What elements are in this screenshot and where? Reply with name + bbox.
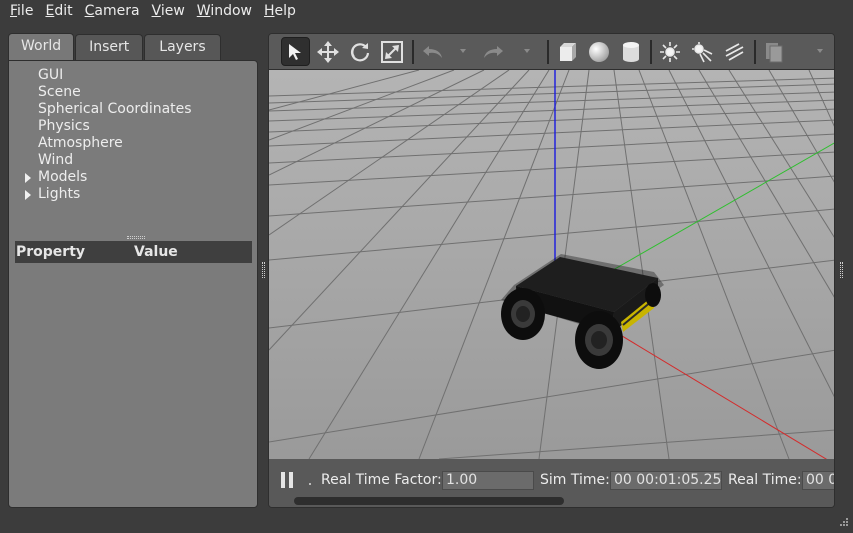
world-panel: GUI Scene Spherical Coordinates Physics Atmo… bbox=[8, 60, 258, 508]
3d-viewport[interactable] bbox=[269, 70, 834, 459]
copy-dropdown-icon[interactable] bbox=[817, 49, 823, 53]
redo-icon[interactable] bbox=[478, 37, 507, 66]
sim-time-label: Sim Time: bbox=[540, 472, 610, 488]
scene-area: Real Time Factor: 1.00 Sim Time: 00 00:0… bbox=[268, 33, 835, 508]
tree-item-label: Atmosphere bbox=[38, 135, 123, 151]
horizontal-scrollbar[interactable] bbox=[293, 497, 813, 505]
viewport-scene bbox=[269, 70, 834, 459]
tab-layers[interactable]: Layers bbox=[144, 34, 221, 60]
tree-item-label: Lights bbox=[38, 186, 81, 202]
tab-world[interactable]: World bbox=[8, 33, 75, 60]
tree-item-label: Wind bbox=[38, 152, 74, 168]
toolbar-separator bbox=[547, 40, 549, 64]
menu-view[interactable]: View bbox=[146, 3, 191, 19]
pause-icon[interactable] bbox=[281, 472, 293, 488]
menu-edit[interactable]: Edit bbox=[39, 3, 78, 19]
right-panel-resize-grip[interactable] bbox=[840, 262, 843, 278]
value-column-header: Value bbox=[134, 244, 178, 260]
menu-file[interactable]: File bbox=[4, 3, 39, 19]
redo-dropdown-icon[interactable] bbox=[524, 49, 530, 53]
toolbar-separator bbox=[754, 40, 756, 64]
expand-arrow-icon[interactable] bbox=[25, 173, 31, 183]
real-time-factor-label: Real Time Factor: bbox=[321, 472, 442, 488]
property-column-header: Property bbox=[16, 244, 86, 260]
property-table-header: Property Value bbox=[15, 241, 252, 263]
tree-item-models[interactable]: Models bbox=[9, 169, 257, 186]
directional-light-icon[interactable] bbox=[719, 37, 748, 66]
spot-light-icon[interactable] bbox=[687, 37, 716, 66]
tree-item-spherical-coordinates[interactable]: Spherical Coordinates bbox=[9, 101, 257, 118]
toolbar-separator bbox=[650, 40, 652, 64]
box-icon[interactable] bbox=[552, 37, 581, 66]
menu-camera[interactable]: Camera bbox=[79, 3, 146, 19]
splitter-handle[interactable] bbox=[127, 236, 145, 239]
scale-icon[interactable] bbox=[377, 37, 406, 66]
tree-item-lights[interactable]: Lights bbox=[9, 186, 257, 203]
menu-help[interactable]: Help bbox=[258, 3, 302, 19]
menu-bar: File Edit Camera View Window Help bbox=[0, 0, 853, 22]
undo-dropdown-icon[interactable] bbox=[460, 49, 466, 53]
window-resize-grip[interactable] bbox=[837, 517, 849, 529]
translate-icon[interactable] bbox=[313, 37, 342, 66]
tab-insert[interactable]: Insert bbox=[75, 34, 144, 60]
real-time-factor-value: 1.00 bbox=[442, 471, 534, 490]
tree-item-physics[interactable]: Physics bbox=[9, 118, 257, 135]
select-arrow-icon[interactable] bbox=[281, 37, 310, 66]
status-bar: Real Time Factor: 1.00 Sim Time: 00 00:0… bbox=[269, 459, 834, 507]
real-time-label: Real Time: bbox=[728, 472, 802, 488]
sim-time-value: 00 00:01:05.256 bbox=[610, 471, 722, 490]
point-light-icon[interactable] bbox=[655, 37, 684, 66]
toolbar-separator bbox=[412, 40, 414, 64]
tree-item-gui[interactable]: GUI bbox=[9, 67, 257, 84]
left-panel-resize-grip[interactable] bbox=[262, 262, 265, 278]
copy-icon[interactable] bbox=[759, 37, 788, 66]
left-panel: World Insert Layers GUI Scene Spherical Co… bbox=[8, 33, 259, 508]
tree-item-label: Models bbox=[38, 169, 88, 185]
sphere-icon[interactable] bbox=[584, 37, 613, 66]
tree-item-label: Scene bbox=[38, 84, 81, 100]
expand-arrow-icon[interactable] bbox=[25, 190, 31, 200]
menu-window[interactable]: Window bbox=[191, 3, 258, 19]
world-tree: GUI Scene Spherical Coordinates Physics Atmo… bbox=[9, 67, 257, 203]
rotate-icon[interactable] bbox=[345, 37, 374, 66]
scrollbar-thumb[interactable] bbox=[294, 497, 564, 505]
tree-item-scene[interactable]: Scene bbox=[9, 84, 257, 101]
toolbar bbox=[269, 34, 834, 70]
cylinder-icon[interactable] bbox=[616, 37, 645, 66]
step-handle[interactable] bbox=[309, 483, 311, 485]
tree-item-label: Physics bbox=[38, 118, 90, 134]
tree-item-wind[interactable]: Wind bbox=[9, 152, 257, 169]
tab-bar: World Insert Layers bbox=[8, 33, 222, 61]
real-time-value: 00 0 bbox=[802, 471, 834, 490]
undo-icon[interactable] bbox=[418, 37, 447, 66]
tree-item-label: Spherical Coordinates bbox=[38, 101, 192, 117]
tree-item-label: GUI bbox=[38, 67, 64, 83]
tree-item-atmosphere[interactable]: Atmosphere bbox=[9, 135, 257, 152]
